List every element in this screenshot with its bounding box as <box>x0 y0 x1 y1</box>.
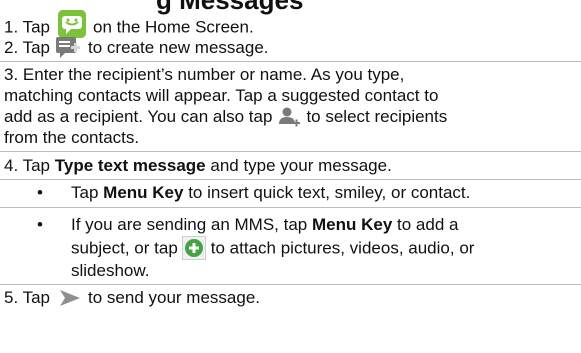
step-2-label: 2. Tap <box>4 38 51 57</box>
bullet-2-line-1-tail: to add a <box>397 215 459 234</box>
step-1-text: on the Home Screen. <box>93 17 254 37</box>
step-3-line-3: add as a recipient. You can also tap to … <box>4 106 447 129</box>
step-5-label: 5. Tap <box>4 288 51 307</box>
step-3-line-1: 3. Enter the recipient’s number or name.… <box>4 65 405 84</box>
divider-4 <box>0 207 581 208</box>
step-2-text: to create new message. <box>88 38 269 57</box>
step-3-line-3-tail: to select recipients <box>306 107 448 126</box>
step-4-text: and type your message. <box>210 156 392 175</box>
step-4: 4. Tap Type text message and type your m… <box>4 155 392 176</box>
step-3-line-3-text: add as a recipient. You can also tap <box>4 107 273 126</box>
step-5-text: to send your message. <box>88 288 260 307</box>
bullet-2-line-1-text: If you are sending an MMS, tap <box>71 215 308 234</box>
divider-1 <box>0 61 581 62</box>
step-3-line-4: from the contacts. <box>4 128 140 147</box>
step-2: 2. Tap to create new message. <box>4 37 269 59</box>
bullet-2-line-2-text: subject, or tap <box>71 238 178 258</box>
bullet-2-line-2-tail: to attach pictures, videos, audio, or <box>210 238 475 258</box>
bullet-2-line-2: subject, or tap to attach pictures, vide… <box>71 236 475 261</box>
attach-icon <box>181 236 206 260</box>
step-5: 5. Tap to send your message. <box>4 287 260 308</box>
bullet-1-bold: Menu Key <box>103 183 184 202</box>
compose-message-icon <box>56 37 81 59</box>
bullet-1: Tap Menu Key to insert quick text, smile… <box>71 182 470 203</box>
step-1-label: 1. Tap <box>4 17 51 37</box>
bullet-2-bold: Menu Key <box>311 215 393 234</box>
step-3-line-2: matching contacts will appear. Tap a sug… <box>4 86 439 105</box>
send-icon <box>60 289 81 307</box>
add-contact-icon <box>278 106 301 128</box>
manual-page: g Messages 1. Tap on the Home Screen. 2.… <box>0 0 581 353</box>
messaging-app-icon <box>58 10 87 38</box>
divider-2 <box>0 151 581 152</box>
bullet-1-label: Tap <box>71 183 99 202</box>
bullet-2-line-3: slideshow. <box>71 261 150 280</box>
bullet-1-text: to insert quick text, smiley, or contact… <box>188 183 471 202</box>
step-4-label: 4. Tap <box>4 156 51 175</box>
bullet-1-dot: • <box>37 183 43 202</box>
bullet-2-dot: • <box>37 215 43 234</box>
section-heading: g Messages <box>156 0 304 15</box>
bullet-2-line-1: If you are sending an MMS, tap Menu Key … <box>71 214 458 235</box>
divider-3 <box>0 179 581 180</box>
divider-5 <box>0 284 581 285</box>
step-4-bold: Type text message <box>54 156 206 175</box>
